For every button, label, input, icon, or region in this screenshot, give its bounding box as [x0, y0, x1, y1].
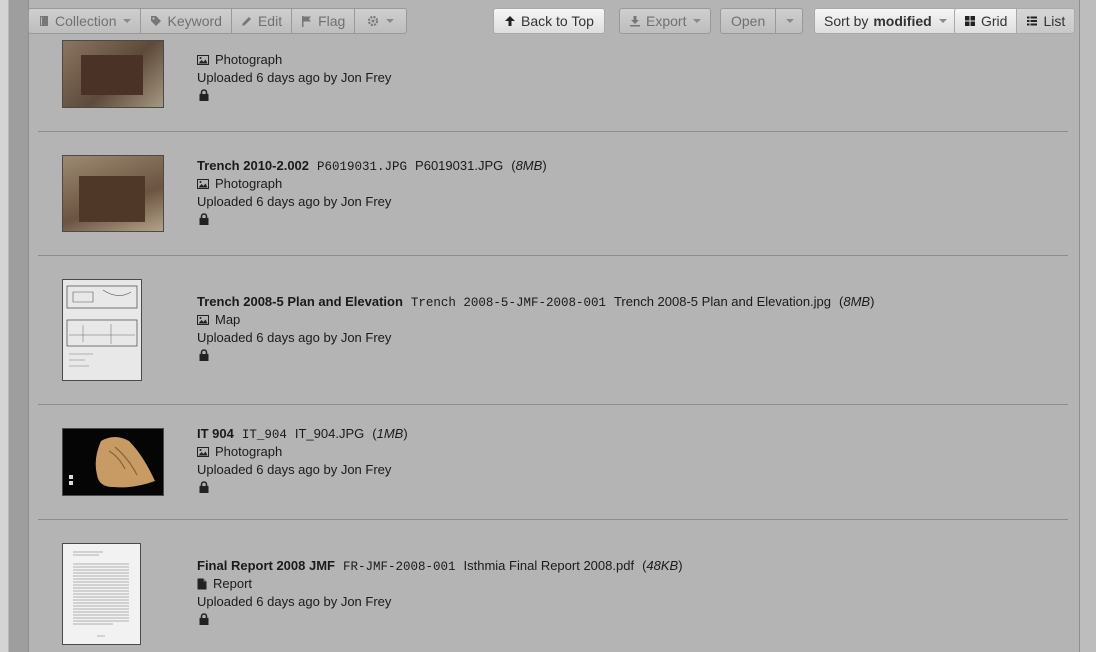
item-filename: P6019031.JPG	[415, 158, 504, 173]
keyword-button[interactable]: Keyword	[140, 8, 232, 34]
edit-label: Edit	[257, 13, 283, 29]
open-menu-button[interactable]	[775, 8, 804, 34]
item-title[interactable]: IT 904	[197, 426, 234, 441]
item-filename: IT_904.JPG	[294, 426, 365, 441]
image-icon	[197, 447, 209, 457]
results-list	[28, 0, 1080, 652]
export-label: Export	[646, 13, 687, 29]
upload-info: Uploaded 6 days ago by Jon Frey	[197, 194, 392, 209]
item-header: Trench 2010-2.002 P6019031.JPG P6019031.JP…	[197, 158, 547, 174]
image-icon	[197, 179, 209, 189]
book-icon	[40, 16, 48, 26]
item-filename: Isthmia Final Report 2008.pdf	[463, 558, 635, 573]
chevron-down-icon	[123, 19, 132, 23]
artifact-photo-icon	[69, 437, 155, 488]
download-icon	[630, 16, 640, 27]
left-edge	[0, 0, 9, 652]
item-actions-group: Collection Keyword Edit Flag	[28, 8, 408, 34]
lock-icon	[199, 89, 209, 101]
item-title[interactable]: Final Report 2008 JMF	[197, 558, 335, 573]
toolbar: Collection Keyword Edit Flag Back to Top…	[0, 0, 1096, 44]
document-page-icon	[73, 551, 129, 637]
row-divider	[38, 255, 1068, 256]
row-divider	[38, 131, 1068, 132]
item-code: Trench 2008-5-JMF-2008-001	[410, 296, 606, 310]
sort-prefix: Sort by	[824, 13, 869, 29]
flag-icon	[302, 16, 312, 27]
flag-button[interactable]: Flag	[291, 8, 356, 34]
row-divider	[38, 519, 1068, 520]
back-to-top-button[interactable]: Back to Top	[493, 8, 605, 34]
trench-photo-thumbnail[interactable]	[62, 155, 164, 232]
flag-label: Flag	[318, 13, 346, 29]
collection-button[interactable]: Collection	[28, 8, 142, 34]
open-group: Open	[720, 8, 804, 34]
right-edge	[1080, 0, 1096, 652]
lock-icon	[199, 213, 209, 225]
collection-label: Collection	[55, 13, 117, 29]
open-button[interactable]: Open	[720, 8, 777, 34]
item-type: Report	[197, 576, 252, 591]
upload-info: Uploaded 6 days ago by Jon Frey	[197, 594, 392, 609]
upload-info: Uploaded 6 days ago by Jon Frey	[197, 70, 392, 85]
image-icon	[197, 315, 209, 325]
item-type: Photograph	[197, 444, 282, 459]
item-title[interactable]: Trench 2008-5 Plan and Elevation	[197, 294, 403, 309]
artifact-photo-thumbnail[interactable]	[62, 428, 164, 496]
list-label: List	[1043, 13, 1066, 29]
lock-icon	[199, 481, 209, 493]
keyword-label: Keyword	[167, 13, 222, 29]
item-type: Photograph	[197, 52, 282, 67]
item-code: FR-JMF-2008-001	[342, 560, 456, 574]
list-view-button[interactable]: List	[1016, 8, 1076, 34]
export-button[interactable]: Export	[619, 8, 712, 34]
plan-drawing-thumbnail[interactable]	[62, 279, 142, 381]
sort-value: modified	[873, 13, 932, 29]
sort-dropdown[interactable]: Sort by modified	[814, 8, 957, 34]
item-code: P6019031.JPG	[317, 160, 408, 174]
lock-icon	[199, 613, 209, 625]
item-size: 1MB	[372, 426, 407, 441]
item-size: 8MB	[839, 294, 874, 309]
item-size: 8MB	[511, 158, 546, 173]
upload-info: Uploaded 6 days ago by Jon Frey	[197, 330, 392, 345]
row-divider	[38, 404, 1068, 405]
grid-icon	[965, 16, 975, 26]
lock-icon	[199, 349, 209, 361]
grid-label: Grid	[981, 13, 1008, 29]
view-toggle: Grid List	[954, 8, 1076, 34]
chevron-down-icon	[938, 19, 947, 23]
back-to-top-label: Back to Top	[521, 13, 594, 29]
plan-drawing-icon	[66, 285, 138, 367]
tag-icon	[151, 16, 162, 26]
chevron-down-icon	[693, 19, 702, 23]
item-size: 48KB	[642, 558, 683, 573]
settings-button[interactable]	[354, 8, 408, 34]
item-title[interactable]: Trench 2010-2.002	[197, 158, 309, 173]
item-code: IT_904	[241, 428, 287, 442]
pencil-icon	[241, 17, 251, 26]
gear-icon	[368, 15, 379, 27]
trench-photo-thumbnail[interactable]	[62, 40, 164, 108]
file-icon	[197, 578, 207, 590]
arrow-up-icon	[505, 16, 515, 26]
edit-button[interactable]: Edit	[230, 8, 293, 34]
item-filename: Trench 2008-5 Plan and Elevation.jpg	[613, 294, 832, 309]
chevron-down-icon	[386, 19, 395, 23]
open-label: Open	[731, 13, 766, 29]
item-header: IT 904 IT_904 IT_904.JPG 1MB	[197, 426, 408, 442]
item-type: Photograph	[197, 176, 282, 191]
item-type: Map	[197, 312, 240, 327]
image-icon	[197, 55, 209, 65]
list-icon	[1027, 16, 1038, 26]
document-page-thumbnail[interactable]	[62, 543, 141, 645]
item-header: Trench 2008-5 Plan and Elevation Trench 2…	[197, 294, 874, 310]
chevron-down-icon	[786, 19, 795, 23]
upload-info: Uploaded 6 days ago by Jon Frey	[197, 462, 392, 477]
item-header: Final Report 2008 JMF FR-JMF-2008-001 Isth…	[197, 558, 683, 574]
grid-view-button[interactable]: Grid	[954, 8, 1018, 34]
